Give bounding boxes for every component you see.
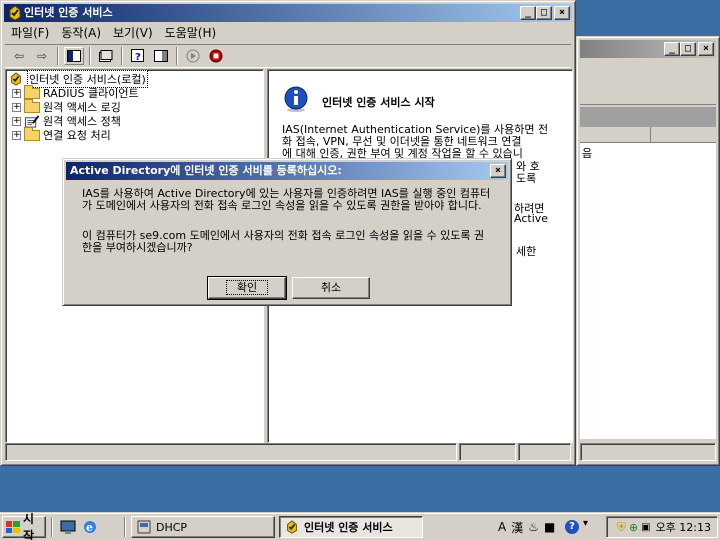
ok-button-label: 확인 [225, 280, 269, 295]
main-window-titlebar[interactable]: 인터넷 인증 서비스 _ □ × [4, 4, 572, 22]
menu-bar: 파일(F) 동작(A) 보기(V) 도움말(H) [5, 23, 571, 42]
taskbar-separator [51, 517, 53, 537]
task-label: DHCP [156, 520, 188, 534]
close-icon[interactable]: × [490, 164, 506, 178]
menu-view[interactable]: 보기(V) [107, 24, 159, 41]
clock[interactable]: 오후 12:13 [656, 519, 711, 535]
close-icon[interactable]: × [554, 6, 570, 20]
ias-root-icon [11, 72, 21, 86]
svg-text:?: ? [135, 52, 141, 63]
ias-app-icon [9, 5, 21, 21]
minimize-icon[interactable]: _ [664, 42, 680, 56]
system-tray: ⛨ ⊕ ▣ 오후 12:13 [606, 516, 718, 538]
status-panel [459, 443, 516, 461]
security-shield-icon[interactable]: ⛨ [617, 520, 626, 535]
dialog-message-1: IAS를 사용하여 Active Directory에 있는 사용자를 인증하려… [82, 187, 491, 212]
windows-flag-icon [6, 521, 20, 533]
background-column-header[interactable] [580, 127, 716, 143]
status-panel [518, 443, 571, 461]
quicklaunch-desktop-icon[interactable] [60, 519, 76, 535]
background-toolbar-area [580, 59, 716, 105]
stop-service-icon[interactable] [206, 47, 226, 65]
maximize-icon[interactable]: □ [536, 6, 552, 20]
console-icon[interactable] [151, 47, 171, 65]
main-window-title: 인터넷 인증 서비스 [24, 6, 113, 19]
back-arrow-icon[interactable]: ⇦ [9, 47, 29, 65]
register-dialog[interactable]: Active Directory에 인터넷 인증 서비를 등록하십시오: × I… [62, 158, 512, 306]
forward-arrow-icon[interactable]: ⇨ [32, 47, 52, 65]
menu-file[interactable]: 파일(F) [5, 24, 55, 41]
status-panel [5, 443, 457, 461]
start-service-icon[interactable] [183, 47, 203, 65]
background-list-pane[interactable]: 음 [580, 107, 716, 439]
expand-icon[interactable]: + [12, 88, 21, 98]
ias-app-icon [287, 520, 297, 534]
folder-icon [24, 98, 40, 113]
properties-icon[interactable] [96, 47, 116, 65]
background-window-titlebar[interactable]: _ □ × [580, 40, 716, 58]
ime-hanja-label[interactable]: 漢 [511, 519, 523, 536]
folder-icon [24, 84, 40, 99]
detail-fragment: Active [514, 212, 549, 225]
minimize-icon[interactable]: _ [520, 6, 536, 20]
statusbar [5, 443, 571, 461]
close-icon[interactable]: × [698, 42, 714, 56]
detail-fragment: 도록 [516, 172, 537, 185]
tree-item-label: 연결 요청 처리 [43, 129, 111, 142]
tree-item-connection-request[interactable]: + 연결 요청 처리 [12, 126, 111, 142]
task-ias[interactable]: 인터넷 인증 서비스 [279, 516, 423, 538]
expand-icon[interactable]: + [12, 130, 21, 140]
svg-text:e: e [86, 521, 93, 534]
start-button[interactable]: 시작 [2, 512, 46, 540]
ime-stamp-icon[interactable]: ♨ [528, 520, 539, 534]
ime-mode-label[interactable]: A [498, 520, 506, 534]
folder-icon [24, 126, 40, 141]
cancel-button[interactable]: 취소 [292, 277, 370, 299]
maximize-icon[interactable]: □ [680, 42, 696, 56]
tree-item-remote-logging[interactable]: + 원격 액세스 로깅 [12, 98, 121, 114]
detail-fragment: 세한 [516, 245, 537, 258]
background-statusbar [580, 443, 716, 461]
toolbar: ⇦ ⇨ ? [5, 44, 571, 68]
task-dhcp[interactable]: DHCP [131, 516, 275, 538]
ime-tools-icon[interactable]: ■ [544, 520, 555, 534]
ime-menu-icon[interactable]: ▾ [583, 518, 588, 529]
dialog-title: Active Directory에 인터넷 인증 서비를 등록하십시오: [70, 164, 342, 177]
ime-bar: A 漢 ♨ ■ [498, 518, 555, 536]
task-label: 인터넷 인증 서비스 [304, 521, 393, 534]
quicklaunch-ie-icon[interactable]: e [82, 519, 98, 535]
help-icon[interactable]: ? [128, 47, 148, 65]
background-window[interactable]: _ □ × 음 [576, 36, 720, 466]
taskbar-separator [124, 517, 126, 537]
menu-help[interactable]: 도움말(H) [159, 24, 223, 41]
info-icon [284, 86, 308, 112]
ok-button[interactable]: 확인 [207, 276, 287, 300]
tray-app-icon[interactable]: ▣ [641, 522, 650, 533]
menu-action[interactable]: 동작(A) [55, 24, 107, 41]
background-list-text: 음 [582, 147, 593, 160]
dialog-message-2: 이 컴퓨터가 se9.com 도메인에서 사용자의 전화 접속 로그인 속성을 … [82, 229, 485, 254]
ime-help-icon[interactable]: ? [565, 520, 579, 534]
detail-body: IAS(Internet Authentication Service)를 사용… [282, 124, 572, 160]
start-label: 시작 [22, 512, 35, 540]
background-list-header [580, 107, 716, 127]
taskbar: 시작 e DHCP 인터넷 인증 서비스 A 漢 ♨ ■ ? ▾ ⛨ ⊕ ▣ 오… [0, 512, 720, 540]
network-icon[interactable]: ⊕ [629, 521, 638, 534]
dialog-titlebar[interactable]: Active Directory에 인터넷 인증 서비를 등록하십시오: × [66, 162, 508, 180]
detail-heading: 인터넷 인증 서비스 시작 [322, 96, 435, 109]
cancel-button-label: 취소 [320, 281, 342, 294]
expand-icon[interactable]: + [12, 116, 21, 126]
show-tree-icon[interactable] [64, 47, 84, 65]
expand-icon[interactable]: + [12, 102, 21, 112]
dhcp-icon [137, 520, 151, 534]
